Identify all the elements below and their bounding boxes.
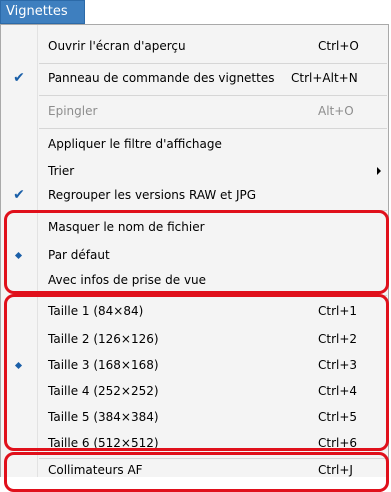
menu-vignettes-tab[interactable]: Vignettes [0, 0, 85, 24]
menu-item-label: Ouvrir l'écran d'aperçu [48, 39, 186, 53]
menu-item-af-points[interactable]: Collimateurs AF Ctrl+J [1, 458, 388, 482]
menu-item-label: Taille 6 (512×512) [48, 436, 159, 450]
menu-item-shortcut: Ctrl+6 [318, 436, 358, 450]
menu-item-shortcut: Ctrl+2 [318, 332, 358, 346]
menu-item-label: Collimateurs AF [48, 463, 143, 477]
menu-item-shortcut: Ctrl+3 [318, 358, 358, 372]
menu-item-size-3[interactable]: Taille 3 (168×168) Ctrl+3 [1, 353, 388, 377]
menu-item-control-panel[interactable]: ✔ Panneau de commande des vignettes Ctrl… [1, 66, 388, 90]
menu-item-shooting-info[interactable]: Avec infos de prise de vue [1, 268, 388, 292]
menu-divider [39, 128, 387, 129]
menu-item-sort[interactable]: Trier [1, 159, 388, 183]
radio-dot-icon [14, 251, 23, 260]
menu-item-size-2[interactable]: Taille 2 (126×126) Ctrl+2 [1, 327, 388, 351]
radio-dot-icon [14, 361, 23, 370]
menu-item-size-1[interactable]: Taille 1 (84×84) Ctrl+1 [1, 299, 388, 323]
menu-item-size-6[interactable]: Taille 6 (512×512) Ctrl+6 [1, 431, 388, 455]
menu-item-shortcut: Ctrl+4 [318, 384, 358, 398]
menu-item-shortcut: Ctrl+Alt+N [291, 71, 358, 85]
menu-item-apply-filter[interactable]: Appliquer le filtre d'affichage [1, 132, 388, 156]
menu-item-shortcut: Ctrl+1 [318, 304, 358, 318]
menu-item-label: Avec infos de prise de vue [48, 273, 207, 287]
menu-item-size-4[interactable]: Taille 4 (252×252) Ctrl+4 [1, 379, 388, 403]
submenu-arrow-icon [377, 167, 381, 175]
menu-divider [39, 95, 387, 96]
menu-item-label: Taille 4 (252×252) [48, 384, 159, 398]
menu-item-label: Taille 2 (126×126) [48, 332, 159, 346]
checkmark-icon: ✔ [13, 187, 25, 203]
menu-item-shortcut: Alt+O [318, 104, 354, 118]
menu-item-group-raw-jpg[interactable]: ✔ Regrouper les versions RAW et JPG [1, 183, 388, 207]
menu-item-shortcut: Ctrl+5 [318, 410, 358, 424]
menu-item-label: Regrouper les versions RAW et JPG [48, 188, 257, 202]
menu-item-shortcut: Ctrl+J [318, 463, 353, 477]
menu-item-label: Taille 3 (168×168) [48, 358, 159, 372]
menu-divider [39, 210, 387, 211]
menu-item-label: Panneau de commande des vignettes [48, 71, 275, 85]
menu-item-shortcut: Ctrl+O [318, 39, 359, 53]
menu-item-hide-filename[interactable]: Masquer le nom de fichier [1, 215, 388, 239]
vignettes-dropdown-menu: Ouvrir l'écran d'aperçu Ctrl+O ✔ Panneau… [0, 24, 389, 477]
menu-item-label: Par défaut [48, 248, 110, 262]
menu-divider [39, 295, 387, 296]
checkmark-icon: ✔ [13, 70, 25, 86]
menu-item-pin[interactable]: Epingler Alt+O [1, 99, 388, 123]
menu-item-size-5[interactable]: Taille 5 (384×384) Ctrl+5 [1, 405, 388, 429]
menu-divider [39, 63, 387, 64]
menu-item-default[interactable]: Par défaut [1, 243, 388, 267]
menu-item-label: Trier [48, 164, 75, 178]
menu-item-label: Epingler [48, 104, 98, 118]
menu-item-open-preview[interactable]: Ouvrir l'écran d'aperçu Ctrl+O [1, 34, 388, 58]
menu-item-label: Taille 1 (84×84) [48, 304, 144, 318]
menu-item-label: Taille 5 (384×384) [48, 410, 159, 424]
menu-vignettes-label: Vignettes [6, 4, 68, 19]
menu-item-label: Appliquer le filtre d'affichage [48, 137, 222, 151]
menu-item-label: Masquer le nom de fichier [48, 220, 205, 234]
